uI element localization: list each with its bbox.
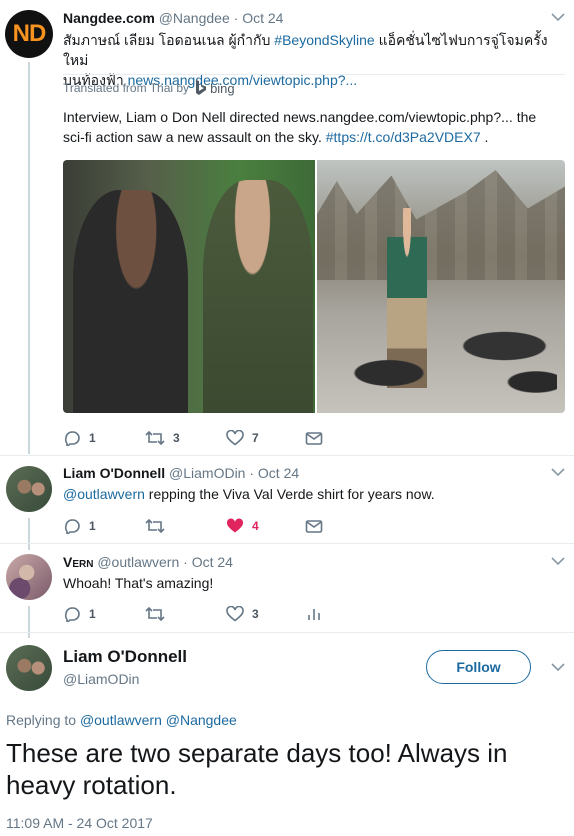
- like-button[interactable]: 3: [226, 603, 259, 625]
- retweet-button[interactable]: [145, 515, 173, 537]
- tweet-date[interactable]: · Oct 24: [249, 465, 299, 481]
- like-button[interactable]: 7: [226, 427, 259, 449]
- translation-divider: [63, 74, 565, 75]
- chevron-down-icon[interactable]: [551, 556, 565, 566]
- mention-link[interactable]: @outlawvern: [80, 712, 162, 728]
- thread-line: [28, 606, 30, 638]
- media-photo-set[interactable]: [63, 160, 315, 413]
- retweet-button[interactable]: [145, 603, 173, 625]
- thread-line: [28, 518, 30, 550]
- author-name[interactable]: Nangdee.com: [63, 10, 155, 26]
- tweet-header: Liam O'Donnell @LiamODin · Oct 24: [63, 465, 299, 481]
- like-button[interactable]: 4: [226, 515, 259, 537]
- tweet-date[interactable]: · Oct 24: [183, 554, 233, 570]
- main-tweet-text: These are two separate days too! Always …: [6, 738, 508, 800]
- photo-figure-right: [203, 180, 313, 413]
- chevron-down-icon[interactable]: [551, 12, 565, 22]
- heart-icon: [226, 430, 244, 446]
- reply-icon: [64, 607, 80, 622]
- reply-button[interactable]: 1: [63, 603, 96, 625]
- translator-name: bing: [210, 80, 235, 96]
- tweet-header: Nangdee.com @Nangdee · Oct 24: [63, 10, 283, 26]
- dm-button[interactable]: [305, 427, 323, 449]
- replying-to: Replying to @outlawvern @Nangdee: [6, 712, 237, 728]
- bing-logo-icon: [196, 80, 207, 95]
- dm-button[interactable]: [305, 515, 323, 537]
- reply-button[interactable]: 1: [63, 515, 96, 537]
- replying-to-label: Replying to: [6, 712, 77, 728]
- tweet-divider: [0, 543, 574, 544]
- reply-count: 1: [89, 431, 96, 445]
- reply-icon: [64, 519, 80, 534]
- tweet-actions: 1 4: [63, 515, 363, 537]
- translation-text-part: Interview, Liam o Don Nell directed news…: [63, 109, 537, 125]
- reply-icon: [64, 431, 80, 446]
- photo-figure-left: [73, 190, 188, 413]
- tweet-divider: [0, 632, 574, 633]
- author-handle[interactable]: @outlawvern: [97, 554, 179, 570]
- author-handle[interactable]: @LiamODin: [169, 465, 245, 481]
- reply-count: 1: [89, 519, 96, 533]
- translation-text: Interview, Liam o Don Nell directed news…: [63, 107, 568, 147]
- mention-link[interactable]: @Nangdee: [166, 712, 237, 728]
- tweet-text-part: repping the Viva Val Verde shirt for yea…: [144, 486, 435, 502]
- avatar-logo-text: ND: [12, 20, 47, 47]
- media-photo-temple[interactable]: [317, 160, 565, 413]
- chevron-down-icon[interactable]: [551, 467, 565, 477]
- mention-link[interactable]: @outlawvern: [63, 486, 145, 502]
- tweet-text: Whoah! That's amazing!: [63, 575, 214, 591]
- photo-stones: [347, 310, 557, 400]
- thread-line: [28, 62, 30, 454]
- avatar[interactable]: [6, 466, 52, 512]
- avatar[interactable]: ND: [5, 10, 53, 58]
- heart-icon: [226, 606, 244, 622]
- tweet-media[interactable]: [63, 160, 565, 413]
- translation-attribution: Translated from Thai by bing: [63, 80, 235, 96]
- translation-text-part: sci-fi action saw a new assault on the s…: [63, 129, 326, 145]
- photo-ruins: [317, 170, 565, 280]
- envelope-icon: [305, 520, 323, 533]
- author-handle[interactable]: @LiamODin: [63, 671, 139, 687]
- author-handle[interactable]: @Nangdee: [159, 10, 230, 26]
- retweet-button[interactable]: 3: [145, 427, 180, 449]
- follow-button[interactable]: Follow: [426, 650, 531, 684]
- tweet-text-part: สัมภาษณ์ เลียม โอดอนเนล ผู้กำกับ: [63, 32, 275, 48]
- tweet-header: Vern @outlawvern · Oct 24: [63, 554, 233, 570]
- retweet-icon: [145, 606, 165, 622]
- tweet-date[interactable]: · Oct 24: [234, 10, 284, 26]
- chevron-down-icon[interactable]: [551, 662, 565, 672]
- hashtag-link[interactable]: #BeyondSkyline: [274, 32, 374, 48]
- tweet-actions: 1 3: [63, 603, 363, 625]
- tweet-text: @outlawvern repping the Viva Val Verde s…: [63, 484, 568, 504]
- tweet-divider: [0, 455, 574, 456]
- avatar[interactable]: [6, 645, 52, 691]
- translation-link[interactable]: #ttps://t.co/d3Pa2VDEX7: [326, 129, 481, 145]
- like-count: 4: [252, 519, 259, 533]
- reply-count: 1: [89, 607, 96, 621]
- envelope-icon: [305, 432, 323, 445]
- reply-button[interactable]: 1: [63, 427, 96, 449]
- retweet-icon: [145, 518, 165, 534]
- avatar[interactable]: [6, 554, 52, 600]
- analytics-bar-icon: [308, 609, 320, 620]
- author-name[interactable]: Vern: [63, 554, 93, 570]
- author-name[interactable]: Liam O'Donnell: [63, 647, 187, 667]
- author-name[interactable]: Liam O'Donnell: [63, 465, 165, 481]
- tweet-timestamp[interactable]: 11:09 AM - 24 Oct 2017: [6, 815, 153, 831]
- heart-filled-icon: [226, 518, 244, 533]
- analytics-button[interactable]: [307, 603, 321, 625]
- retweet-icon: [145, 430, 165, 446]
- retweet-count: 3: [173, 431, 180, 445]
- translated-label: Translated from Thai by: [63, 81, 190, 95]
- translation-text-part: .: [480, 129, 489, 145]
- like-count: 3: [252, 607, 259, 621]
- tweet-actions: 1 3 7: [63, 427, 363, 449]
- like-count: 7: [252, 431, 259, 445]
